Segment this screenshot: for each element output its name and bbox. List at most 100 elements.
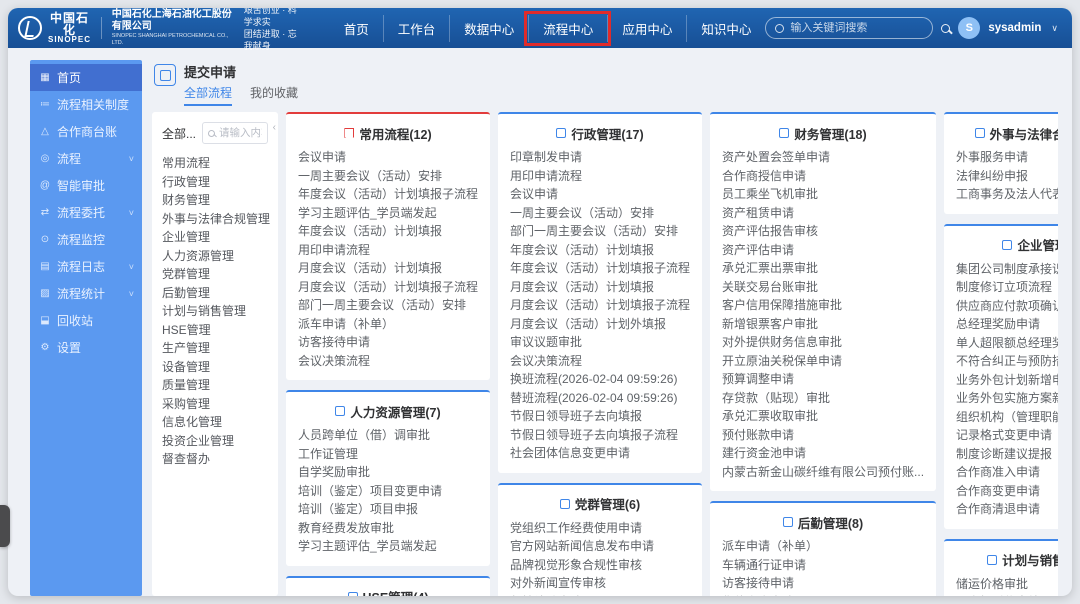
nav-item-app-center[interactable]: 应用中心 bbox=[607, 15, 686, 42]
process-item[interactable]: 储运价格审批 bbox=[956, 575, 1058, 594]
process-item[interactable]: 年度会议（活动）计划填报子流程 bbox=[298, 185, 478, 204]
process-item[interactable]: 开立原油关税保单申请 bbox=[722, 352, 924, 371]
nav-item-workbench[interactable]: 工作台 bbox=[383, 15, 450, 42]
process-item[interactable]: 官方网站新闻信息发布申请 bbox=[510, 537, 690, 556]
process-item[interactable]: 工作证管理 bbox=[298, 445, 478, 464]
process-item[interactable]: 新增银票客户审批 bbox=[722, 315, 924, 334]
category-item[interactable]: 人力资源管理 bbox=[162, 247, 278, 266]
process-item[interactable]: 记录格式变更申请 bbox=[956, 426, 1058, 445]
process-item[interactable]: 资产评估申请 bbox=[722, 241, 924, 260]
process-item[interactable]: 月度会议（活动）计划填报 bbox=[510, 278, 690, 297]
process-item[interactable]: 资产租赁申请 bbox=[722, 204, 924, 223]
process-item[interactable]: 组织机构（管理职能）变更及验收 bbox=[956, 408, 1058, 427]
category-search-input[interactable] bbox=[219, 127, 262, 139]
sidebar-item-home[interactable]: ▦ 首页 bbox=[30, 64, 142, 91]
category-item[interactable]: 督查督办 bbox=[162, 450, 278, 469]
category-item[interactable]: 常用流程 bbox=[162, 154, 278, 173]
process-item[interactable]: 总经理奖励申请 bbox=[956, 315, 1058, 334]
process-item[interactable]: 存贷款（贴现）审批 bbox=[722, 389, 924, 408]
process-item[interactable]: 会议决策流程 bbox=[510, 352, 690, 371]
process-item[interactable]: 年度会议（活动）计划填报 bbox=[298, 222, 478, 241]
process-item[interactable]: 对外新闻宣传审核 bbox=[510, 574, 690, 593]
global-search-input[interactable] bbox=[790, 22, 890, 34]
sidebar-item-settings[interactable]: ⚙ 设置 bbox=[30, 334, 142, 361]
process-item[interactable]: 帮扶补助申请 bbox=[510, 593, 690, 597]
process-item[interactable]: 节假日领导班子去向填报子流程 bbox=[510, 426, 690, 445]
process-item[interactable]: 供应商应付款项确认审批 bbox=[956, 297, 1058, 316]
process-item[interactable]: 品牌视觉形象合规性审核 bbox=[510, 556, 690, 575]
process-item[interactable]: 法律纠纷申报 bbox=[956, 167, 1058, 186]
process-item[interactable]: 部门一周主要会议（活动）安排 bbox=[298, 296, 478, 315]
category-item[interactable]: 采购管理 bbox=[162, 395, 278, 414]
category-item[interactable]: 计划与销售管理 bbox=[162, 302, 278, 321]
process-item[interactable]: 月度会议（活动）计划填报子流程 bbox=[298, 278, 478, 297]
process-item[interactable]: 预算调整申请 bbox=[722, 370, 924, 389]
category-item[interactable]: 设备管理 bbox=[162, 358, 278, 377]
sidebar-item-partner-ledger[interactable]: △ 合作商台账 bbox=[30, 118, 142, 145]
sidebar-item-process-rules[interactable]: ≔ 流程相关制度 bbox=[30, 91, 142, 118]
process-item[interactable]: 资产处置会签单申请 bbox=[722, 148, 924, 167]
process-item[interactable]: 集团公司制度承接识别流程 bbox=[956, 260, 1058, 279]
process-item[interactable]: 制度诊断建议提报 bbox=[956, 445, 1058, 464]
sidebar-item-process[interactable]: ◎ 流程 ˅ bbox=[30, 145, 142, 172]
process-item[interactable]: 年度会议（活动）计划填报子流程 bbox=[510, 259, 690, 278]
screen-edge-handle[interactable] bbox=[0, 505, 10, 547]
process-item[interactable]: 客户信用保障措施审批 bbox=[722, 296, 924, 315]
process-item[interactable]: 自学奖励审批 bbox=[298, 463, 478, 482]
process-item[interactable]: 节假日领导班子去向填报 bbox=[510, 407, 690, 426]
category-item[interactable]: 质量管理 bbox=[162, 376, 278, 395]
process-item[interactable]: 用印申请流程 bbox=[298, 241, 478, 260]
process-item[interactable]: 预付账款申请 bbox=[722, 426, 924, 445]
process-item[interactable]: 制度修订立项流程 bbox=[956, 278, 1058, 297]
process-item[interactable]: 教育经费发放审批 bbox=[298, 519, 478, 538]
sidebar-item-recycle-bin[interactable]: ⬓ 回收站 bbox=[30, 307, 142, 334]
category-item[interactable]: HSE管理 bbox=[162, 321, 278, 340]
process-item[interactable]: 审议议题审批 bbox=[510, 333, 690, 352]
category-item[interactable]: 生产管理 bbox=[162, 339, 278, 358]
process-item[interactable]: 月度会议（活动）计划外填报 bbox=[510, 315, 690, 334]
process-item[interactable]: 一周主要会议（活动）安排 bbox=[510, 204, 690, 223]
process-item[interactable]: 会议决策流程 bbox=[298, 352, 478, 371]
tab-all-processes[interactable]: 全部流程 bbox=[184, 84, 232, 106]
global-search[interactable] bbox=[765, 17, 933, 39]
process-item[interactable]: 年度会议（活动）计划填报 bbox=[510, 241, 690, 260]
category-item[interactable]: 行政管理 bbox=[162, 173, 278, 192]
process-item[interactable]: 车辆通行证申请 bbox=[722, 556, 924, 575]
category-item[interactable]: 党群管理 bbox=[162, 265, 278, 284]
process-item[interactable]: 月度会议（活动）计划填报 bbox=[298, 259, 478, 278]
process-item[interactable]: 业务外包实施方案新增审批 bbox=[956, 389, 1058, 408]
sidebar-item-process-stats[interactable]: ▨ 流程统计 ˅ bbox=[30, 280, 142, 307]
category-all-label[interactable]: 全部... bbox=[162, 125, 196, 142]
process-item[interactable]: 换班流程(2026-02-04 09:59:26) bbox=[510, 370, 690, 389]
process-item[interactable]: 学习主题评估_学员端发起 bbox=[298, 204, 478, 223]
process-item[interactable]: 派车申请（补单） bbox=[298, 315, 478, 334]
process-item[interactable]: 党组织工作经费使用申请 bbox=[510, 519, 690, 538]
process-item[interactable]: 承兑汇票出票审批 bbox=[722, 259, 924, 278]
process-item[interactable]: 访客接待申请 bbox=[298, 333, 478, 352]
process-item[interactable]: 访客接待申请 bbox=[722, 574, 924, 593]
category-item[interactable]: 企业管理 bbox=[162, 228, 278, 247]
process-item[interactable]: 业务外包计划新增申请 bbox=[956, 371, 1058, 390]
process-item[interactable]: 印章制发申请 bbox=[510, 148, 690, 167]
panel-collapse-chevron-left-icon[interactable]: ‹ bbox=[273, 122, 276, 133]
process-item[interactable]: 资产评估报告审核 bbox=[722, 222, 924, 241]
nav-item-knowledge-center[interactable]: 知识中心 bbox=[686, 15, 765, 42]
category-search[interactable] bbox=[202, 122, 268, 144]
sidebar-item-process-delegation[interactable]: ⇄ 流程委托 ˅ bbox=[30, 199, 142, 226]
process-item[interactable]: 培训（鉴定）项目申报 bbox=[298, 500, 478, 519]
process-item[interactable]: 集体宿舍申请 bbox=[722, 593, 924, 597]
sidebar-item-process-monitor[interactable]: ⊙ 流程监控 bbox=[30, 226, 142, 253]
category-item[interactable]: 外事与法律合规管理 bbox=[162, 210, 278, 229]
process-item[interactable]: 社会团体信息变更申请 bbox=[510, 444, 690, 463]
user-menu-chevron-down-icon[interactable]: ∨ bbox=[1051, 23, 1058, 34]
user-name[interactable]: sysadmin bbox=[988, 22, 1041, 34]
process-item[interactable]: 合作商清退申请 bbox=[956, 500, 1058, 519]
sidebar-item-process-log[interactable]: ▤ 流程日志 ˅ bbox=[30, 253, 142, 280]
process-item[interactable]: 月度会议（活动）计划填报子流程 bbox=[510, 296, 690, 315]
avatar[interactable]: S bbox=[958, 17, 980, 39]
nav-item-home[interactable]: 首页 bbox=[330, 15, 383, 42]
category-item[interactable]: 财务管理 bbox=[162, 191, 278, 210]
nav-item-data-center[interactable]: 数据中心 bbox=[449, 15, 528, 42]
sidebar-item-smart-approval[interactable]: @ 智能审批 bbox=[30, 172, 142, 199]
process-item[interactable]: 学习主题评估_学员端发起 bbox=[298, 537, 478, 556]
